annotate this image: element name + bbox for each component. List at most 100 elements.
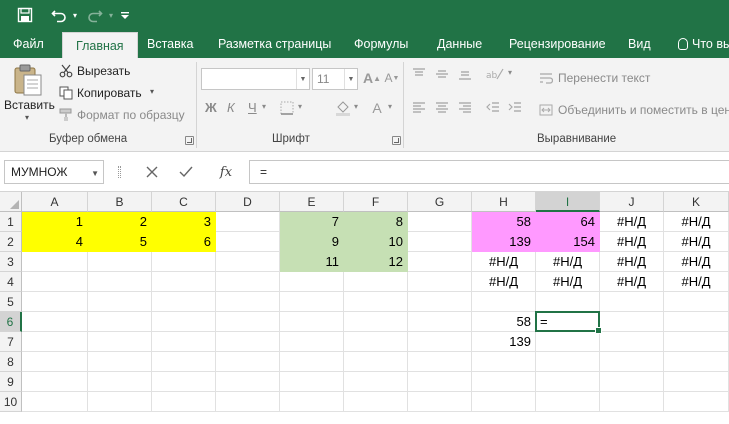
row-header-9[interactable]: 9 — [0, 372, 22, 392]
cell-i9[interactable] — [536, 372, 600, 392]
paste-icon[interactable] — [10, 62, 46, 98]
row-header-10[interactable]: 10 — [0, 392, 22, 412]
cell-c9[interactable] — [152, 372, 216, 392]
row-header-7[interactable]: 7 — [0, 332, 22, 352]
customize-toolbar-icon[interactable] — [118, 4, 132, 26]
cell-i6[interactable]: = — [536, 312, 600, 332]
cell-e10[interactable] — [280, 392, 344, 412]
cell-k1[interactable]: #Н/Д — [664, 212, 729, 232]
cell-i5[interactable] — [536, 292, 600, 312]
cell-b7[interactable] — [88, 332, 152, 352]
cell-c1[interactable]: 3 — [152, 212, 216, 232]
cell-b4[interactable] — [88, 272, 152, 292]
paste-button[interactable]: Вставить — [4, 98, 55, 112]
cell-g7[interactable] — [408, 332, 472, 352]
column-header-f[interactable]: F — [344, 192, 408, 212]
formula-input[interactable]: = — [249, 160, 729, 184]
cell-d9[interactable] — [216, 372, 280, 392]
cell-f3[interactable]: 12 — [344, 252, 408, 272]
cell-a3[interactable] — [22, 252, 88, 272]
cell-e4[interactable] — [280, 272, 344, 292]
cell-k7[interactable] — [664, 332, 729, 352]
select-all-button[interactable] — [0, 192, 22, 212]
cell-a4[interactable] — [22, 272, 88, 292]
copy-button[interactable]: Копировать — [77, 86, 142, 100]
undo-dropdown-icon[interactable]: ▾ — [70, 4, 80, 26]
cell-e2[interactable]: 9 — [280, 232, 344, 252]
cell-a6[interactable] — [22, 312, 88, 332]
row-header-4[interactable]: 4 — [0, 272, 22, 292]
cell-i8[interactable] — [536, 352, 600, 372]
row-header-1[interactable]: 1 — [0, 212, 22, 232]
column-header-g[interactable]: G — [408, 192, 472, 212]
column-header-a[interactable]: A — [22, 192, 88, 212]
cancel-icon[interactable] — [144, 164, 160, 180]
cell-d6[interactable] — [216, 312, 280, 332]
cell-e9[interactable] — [280, 372, 344, 392]
column-header-b[interactable]: B — [88, 192, 152, 212]
cell-d5[interactable] — [216, 292, 280, 312]
cell-e6[interactable] — [280, 312, 344, 332]
cell-k4[interactable]: #Н/Д — [664, 272, 729, 292]
cell-g2[interactable] — [408, 232, 472, 252]
cell-a2[interactable]: 4 — [22, 232, 88, 252]
cell-g6[interactable] — [408, 312, 472, 332]
cell-j6[interactable] — [600, 312, 664, 332]
cell-e8[interactable] — [280, 352, 344, 372]
cell-j3[interactable]: #Н/Д — [600, 252, 664, 272]
cell-c4[interactable] — [152, 272, 216, 292]
cell-k9[interactable] — [664, 372, 729, 392]
cell-g4[interactable] — [408, 272, 472, 292]
clipboard-launcher-icon[interactable] — [185, 136, 194, 145]
cell-c8[interactable] — [152, 352, 216, 372]
cell-a10[interactable] — [22, 392, 88, 412]
column-header-i[interactable]: I — [536, 192, 600, 212]
cell-g1[interactable] — [408, 212, 472, 232]
cell-h7[interactable]: 139 — [472, 332, 536, 352]
save-icon[interactable] — [14, 4, 36, 26]
cell-f7[interactable] — [344, 332, 408, 352]
cell-k5[interactable] — [664, 292, 729, 312]
cell-e7[interactable] — [280, 332, 344, 352]
cut-button[interactable]: Вырезать — [77, 64, 130, 78]
cell-j10[interactable] — [600, 392, 664, 412]
column-header-c[interactable]: C — [152, 192, 216, 212]
cell-a8[interactable] — [22, 352, 88, 372]
row-header-3[interactable]: 3 — [0, 252, 22, 272]
cell-g3[interactable] — [408, 252, 472, 272]
cell-k10[interactable] — [664, 392, 729, 412]
tab-view[interactable]: Вид — [626, 30, 653, 58]
cell-g8[interactable] — [408, 352, 472, 372]
cell-f2[interactable]: 10 — [344, 232, 408, 252]
cell-h3[interactable]: #Н/Д — [472, 252, 536, 272]
cell-f10[interactable] — [344, 392, 408, 412]
cell-d8[interactable] — [216, 352, 280, 372]
cell-a5[interactable] — [22, 292, 88, 312]
tab-data[interactable]: Данные — [435, 30, 484, 58]
cell-d2[interactable] — [216, 232, 280, 252]
row-header-6[interactable]: 6 — [0, 312, 22, 332]
cell-i2[interactable]: 154 — [536, 232, 600, 252]
column-header-j[interactable]: J — [600, 192, 664, 212]
cell-d7[interactable] — [216, 332, 280, 352]
cell-h8[interactable] — [472, 352, 536, 372]
cell-j2[interactable]: #Н/Д — [600, 232, 664, 252]
cell-i3[interactable]: #Н/Д — [536, 252, 600, 272]
tab-file[interactable]: Файл — [11, 30, 46, 58]
font-launcher-icon[interactable] — [392, 136, 401, 145]
copy-dropdown-icon[interactable]: ▾ — [150, 87, 154, 96]
cell-j5[interactable] — [600, 292, 664, 312]
tab-insert[interactable]: Вставка — [145, 30, 195, 58]
cell-f9[interactable] — [344, 372, 408, 392]
cell-b1[interactable]: 2 — [88, 212, 152, 232]
cell-i4[interactable]: #Н/Д — [536, 272, 600, 292]
tab-review[interactable]: Рецензирование — [507, 30, 608, 58]
cell-h9[interactable] — [472, 372, 536, 392]
cell-h10[interactable] — [472, 392, 536, 412]
enter-check-icon[interactable] — [178, 164, 194, 180]
cell-h4[interactable]: #Н/Д — [472, 272, 536, 292]
tab-formulas[interactable]: Формулы — [352, 30, 410, 58]
cell-k8[interactable] — [664, 352, 729, 372]
cell-k6[interactable] — [664, 312, 729, 332]
cell-g5[interactable] — [408, 292, 472, 312]
